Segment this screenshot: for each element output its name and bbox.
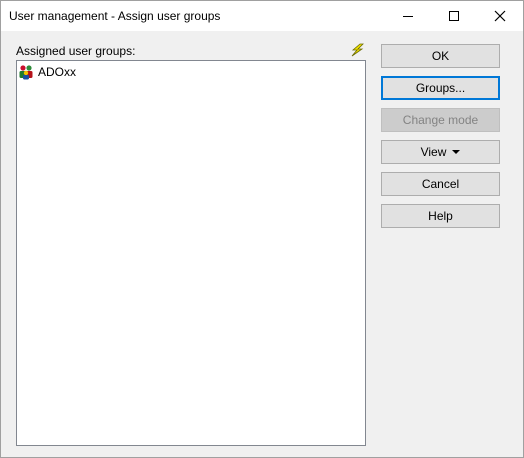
window-title: User management - Assign user groups <box>9 9 221 23</box>
assigned-groups-list[interactable]: ADOxx <box>16 60 366 446</box>
close-icon <box>494 10 506 22</box>
minimize-button[interactable] <box>385 1 431 31</box>
group-name: ADOxx <box>38 65 77 79</box>
minimize-icon <box>403 16 413 17</box>
cancel-button[interactable]: Cancel <box>381 172 500 196</box>
maximize-button[interactable] <box>431 1 477 31</box>
dropdown-arrow-icon <box>452 150 461 154</box>
dialog-window: User management - Assign user groups Ass… <box>0 0 524 458</box>
ok-button[interactable]: OK <box>381 44 500 68</box>
change-mode-button: Change mode <box>381 108 500 132</box>
change-mode-button-label: Change mode <box>402 113 479 127</box>
view-button[interactable]: View <box>381 140 500 164</box>
ok-button-label: OK <box>431 49 450 63</box>
groups-button-label: Groups... <box>415 81 466 95</box>
assigned-groups-label: Assigned user groups: <box>16 44 136 58</box>
cancel-button-label: Cancel <box>421 177 460 191</box>
user-group-icon <box>19 65 33 80</box>
title-bar: User management - Assign user groups <box>1 1 523 31</box>
lightning-icon[interactable] <box>348 43 366 57</box>
help-button-label: Help <box>428 209 453 223</box>
view-button-label: View <box>420 145 447 159</box>
help-button[interactable]: Help <box>381 204 500 228</box>
list-item[interactable]: ADOxx <box>18 63 76 81</box>
maximize-icon <box>449 11 459 21</box>
groups-button[interactable]: Groups... <box>381 76 500 100</box>
close-button[interactable] <box>477 1 523 31</box>
